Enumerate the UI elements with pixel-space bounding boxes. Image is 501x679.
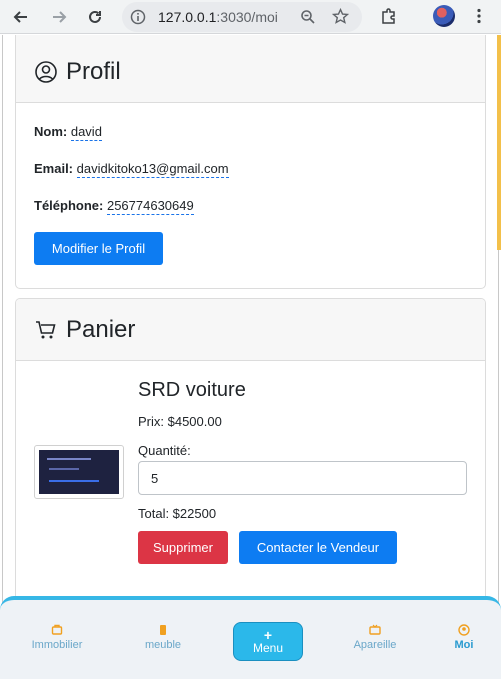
nav-immobilier-label: Immobilier [31, 639, 83, 651]
product-thumbnail [39, 450, 119, 494]
building-icon [51, 624, 63, 635]
tv-icon [369, 624, 381, 635]
phone-label: Téléphone: [34, 198, 104, 213]
cart-icon [36, 320, 56, 338]
user-icon [458, 624, 470, 636]
scroll-indicator [497, 35, 501, 250]
cart-header: Panier [16, 299, 485, 361]
quantity-label: Quantité: [138, 443, 191, 458]
quantity-input[interactable]: 5 [138, 461, 467, 495]
edit-profile-button[interactable]: Modifier le Profil [34, 232, 163, 265]
back-button[interactable] [10, 6, 32, 28]
bottom-navigation: Immobilier meuble + Menu Apareille Moi [0, 596, 501, 679]
nav-meuble-label: meuble [144, 639, 182, 651]
email-row: Email: davidkitoko13@gmail.com [34, 161, 229, 178]
product-total: Total: $22500 [138, 506, 217, 521]
cart-title: Panier [66, 315, 136, 343]
nav-menu-label: Menu [252, 640, 284, 655]
nav-apareille[interactable]: Apareille [330, 624, 420, 651]
arrow-right-icon [53, 11, 67, 23]
nav-moi-label: Moi [454, 639, 474, 651]
plus-icon: + [263, 626, 273, 643]
name-value[interactable]: david [70, 124, 102, 141]
email-value[interactable]: davidkitoko13@gmail.com [76, 161, 229, 178]
contact-seller-button[interactable]: Contacter le Vendeur [239, 531, 397, 564]
profile-header: Profil [16, 35, 485, 103]
nav-moi[interactable]: Moi [419, 624, 501, 651]
nav-apareille-label: Apareille [353, 639, 397, 651]
extensions-icon[interactable] [380, 7, 398, 25]
url-text: 127.0.0.1:3030/moi [158, 9, 278, 25]
page-content: Profil Nom: david Email: davidkitoko13@g… [0, 35, 501, 679]
reload-button[interactable] [84, 6, 106, 28]
profile-card: Profil Nom: david Email: davidkitoko13@g… [15, 35, 486, 289]
more-menu-icon[interactable] [470, 7, 488, 25]
browser-toolbar: 127.0.0.1:3030/moi [0, 0, 501, 34]
nav-meuble[interactable]: meuble [118, 624, 208, 651]
name-label: Nom: [34, 124, 68, 139]
info-icon[interactable] [130, 9, 146, 25]
furniture-icon [160, 625, 166, 635]
bookmark-star-icon[interactable] [332, 8, 349, 25]
name-row: Nom: david [34, 124, 102, 141]
forward-button[interactable] [48, 6, 70, 28]
profile-avatar-icon[interactable] [433, 5, 455, 27]
delete-button[interactable]: Supprimer [138, 531, 228, 564]
profile-title: Profil [66, 58, 121, 85]
nav-immobilier[interactable]: Immobilier [12, 624, 102, 651]
user-circle-icon [35, 61, 57, 83]
nav-menu-button[interactable]: + Menu [233, 622, 303, 661]
arrow-left-icon [13, 11, 27, 23]
zoom-icon[interactable] [300, 9, 316, 25]
product-image[interactable] [34, 445, 124, 499]
email-label: Email: [34, 161, 74, 176]
phone-value[interactable]: 256774630649 [106, 198, 194, 215]
page-border-left [2, 35, 3, 679]
phone-row: Téléphone: 256774630649 [34, 198, 194, 215]
product-name: SRD voiture [138, 379, 246, 401]
product-price: Prix: $4500.00 [138, 414, 222, 429]
address-bar[interactable]: 127.0.0.1:3030/moi [122, 2, 362, 32]
reload-icon [89, 10, 101, 23]
